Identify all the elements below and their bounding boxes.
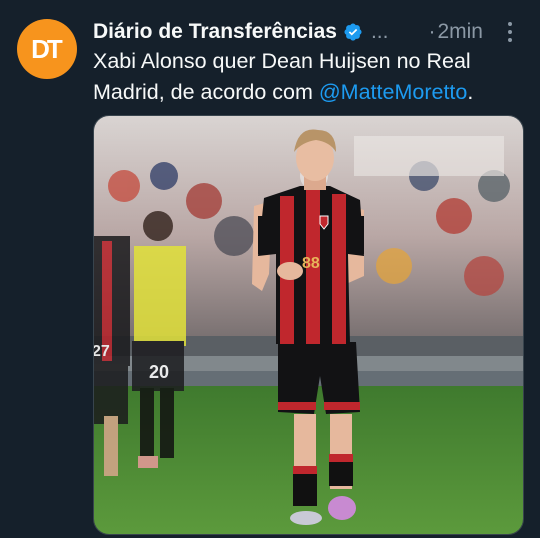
verified-badge-icon xyxy=(344,23,362,41)
tweet-card[interactable]: DT Diário de Transferências ... · 2min X… xyxy=(0,0,540,538)
display-name[interactable]: Diário de Transferências xyxy=(93,20,337,44)
avatar-logo-text: DT xyxy=(31,33,63,64)
tweet-text-end: . xyxy=(467,80,474,104)
tweet-header: Diário de Transferências ... · 2min xyxy=(93,17,523,47)
tweet-text: Xabi Alonso quer Dean Huijsen no Real Ma… xyxy=(93,46,513,108)
mention-link[interactable]: @MatteMoretto xyxy=(319,80,467,104)
tweet-photo[interactable]: 20 27 xyxy=(93,115,524,535)
shirt-number: 88 xyxy=(302,255,320,272)
more-options-icon[interactable] xyxy=(500,22,520,42)
back-player-number: 20 xyxy=(149,362,169,382)
separator-dot: · xyxy=(428,20,436,43)
football-player-photo: 20 27 xyxy=(94,116,523,534)
timestamp[interactable]: 2min xyxy=(437,20,483,44)
left-player-number: 27 xyxy=(94,343,110,360)
avatar[interactable]: DT xyxy=(17,19,77,79)
handle-truncated[interactable]: ... xyxy=(371,20,389,44)
